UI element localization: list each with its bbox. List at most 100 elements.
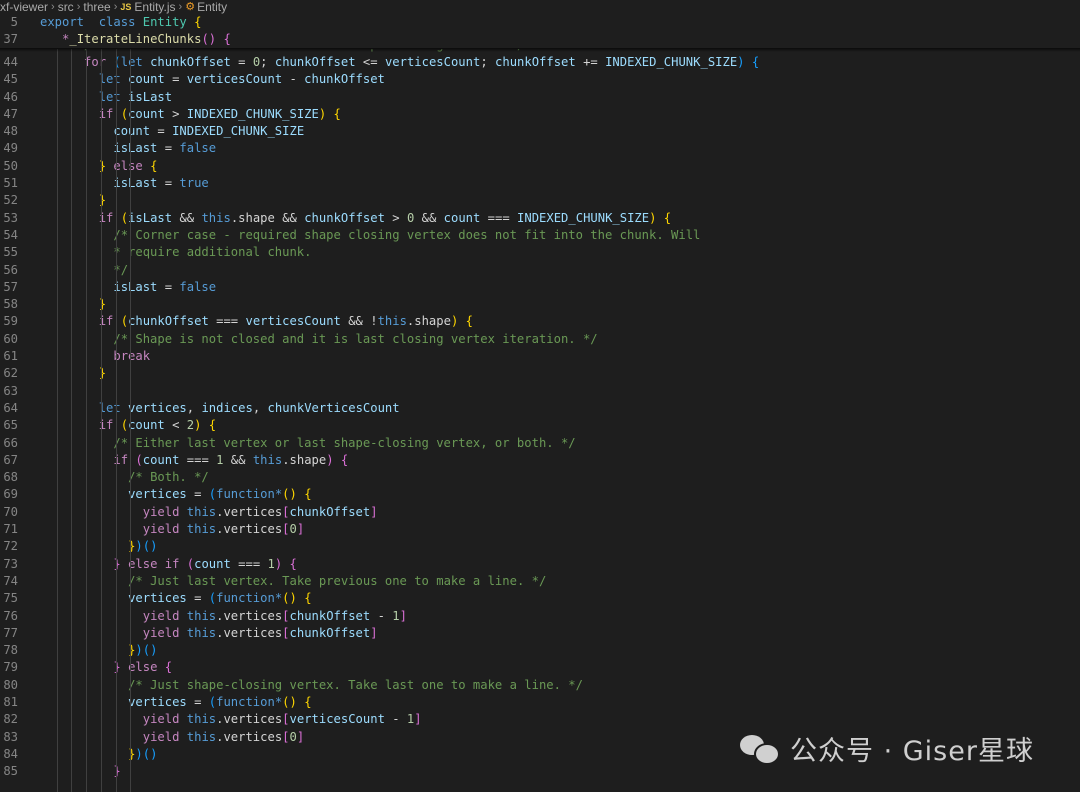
code-line[interactable]: 70 yield this.vertices[chunkOffset]: [0, 504, 1080, 521]
code-token: INDEXED_CHUNK_SIZE: [517, 210, 650, 225]
line-number: 46: [3, 89, 18, 104]
code-token: (): [201, 32, 217, 47]
code-token: }: [98, 297, 107, 312]
sticky-scroll-line[interactable]: 37 *_IterateLineChunks() {: [0, 31, 1080, 49]
code-token: yield: [142, 504, 180, 519]
sticky-scroll-line[interactable]: 5 export class Entity {: [0, 14, 1080, 32]
code-token: /* Just last vertex. Take previous one t…: [128, 573, 547, 588]
code-token: this: [186, 625, 217, 640]
code-token: function: [216, 591, 275, 606]
code-line[interactable]: 56 */: [0, 262, 1080, 279]
code-line[interactable]: 65 if (count < 2) {: [0, 417, 1080, 434]
code-token: /* Either last vertex or last shape-clos…: [113, 435, 576, 450]
code-line[interactable]: 69 vertices = (function*() {: [0, 486, 1080, 503]
code-token: ;: [260, 54, 275, 69]
code-line[interactable]: 46 let isLast: [0, 89, 1080, 106]
code-line[interactable]: 75 vertices = (function*() {: [0, 590, 1080, 607]
code-text: } else {: [40, 659, 172, 676]
breadcrumb-item-three[interactable]: three: [83, 0, 110, 14]
code-token: let: [98, 400, 121, 415]
code-token: this: [201, 210, 231, 225]
code-line[interactable]: 68 /* Both. */: [0, 469, 1080, 486]
code-line[interactable]: 61 break: [0, 348, 1080, 365]
code-text: /* Just shape-closing vertex. Take last …: [40, 677, 583, 694]
code-token: ;: [480, 54, 496, 69]
code-token: {: [656, 210, 672, 225]
code-token: >: [384, 210, 407, 225]
code-line[interactable]: 62 }: [0, 365, 1080, 382]
code-line[interactable]: 67 if (count === 1 && this.shape) {: [0, 452, 1080, 469]
code-token: isLast: [113, 141, 158, 156]
code-line[interactable]: 44 for (let chunkOffset = 0; chunkOffset…: [0, 54, 1080, 71]
code-token: chunkOffset: [289, 504, 371, 519]
line-number: 53: [3, 210, 18, 225]
breadcrumb-item-src[interactable]: src: [58, 0, 74, 14]
line-number: 69: [3, 487, 18, 502]
code-token: isLast: [113, 176, 158, 190]
code-line[interactable]: 60 /* Shape is not closed and it is last…: [0, 331, 1080, 348]
code-line[interactable]: 77 yield this.vertices[chunkOffset]: [0, 625, 1080, 642]
code-line[interactable]: 47 if (count > INDEXED_CHUNK_SIZE) {: [0, 106, 1080, 123]
code-line[interactable]: 73 } else if (count === 1) {: [0, 556, 1080, 573]
code-line[interactable]: 74 /* Just last vertex. Take previous on…: [0, 573, 1080, 590]
code-line[interactable]: 48 count = INDEXED_CHUNK_SIZE: [0, 123, 1080, 140]
code-line[interactable]: 55 * require additional chunk.: [0, 244, 1080, 261]
code-editor[interactable]: 43 /* chunkOffset == verticesCount for s…: [0, 14, 1080, 792]
line-number: 67: [3, 452, 18, 467]
code-line[interactable]: 71 yield this.vertices[0]: [0, 521, 1080, 538]
code-token: let: [98, 72, 121, 87]
code-text: /* Either last vertex or last shape-clos…: [40, 435, 576, 452]
breadcrumb-item-symbol[interactable]: Entity: [197, 0, 227, 14]
code-line[interactable]: 54 /* Corner case - required shape closi…: [0, 227, 1080, 244]
code-token: (): [282, 487, 297, 502]
code-line[interactable]: 82 yield this.vertices[verticesCount - 1…: [0, 711, 1080, 728]
line-number: 44: [3, 54, 18, 69]
code-token: else if: [128, 556, 180, 571]
code-token: this: [186, 522, 217, 536]
code-line[interactable]: 58 }: [0, 296, 1080, 313]
code-token: /* Corner case - required shape closing …: [113, 227, 701, 242]
code-token: (): [282, 591, 297, 606]
code-token: =: [186, 695, 209, 709]
indent-guide: [100, 48, 102, 792]
breadcrumb-item-file[interactable]: Entity.js: [134, 0, 175, 14]
code-text: let count = verticesCount - chunkOffset: [40, 71, 385, 88]
code-line[interactable]: 80 /* Just shape-closing vertex. Take la…: [0, 677, 1080, 694]
code-token: +=: [575, 54, 606, 69]
code-token: yield: [142, 712, 180, 727]
code-token: ): [326, 452, 334, 467]
line-number: 78: [3, 643, 18, 658]
code-line[interactable]: 63: [0, 383, 1080, 400]
code-line[interactable]: 79 } else {: [0, 659, 1080, 676]
code-text: count = INDEXED_CHUNK_SIZE: [40, 123, 304, 140]
code-token: vertices: [128, 591, 187, 606]
code-line[interactable]: 78 })(): [0, 642, 1080, 659]
code-token: this: [252, 452, 283, 467]
line-number: 59: [3, 314, 18, 329]
code-line[interactable]: 81 vertices = (function*() {: [0, 694, 1080, 711]
code-line[interactable]: 76 yield this.vertices[chunkOffset - 1]: [0, 608, 1080, 625]
code-line[interactable]: 49 isLast = false: [0, 140, 1080, 157]
code-line[interactable]: 52 }: [0, 192, 1080, 209]
code-line[interactable]: 66 /* Either last vertex or last shape-c…: [0, 435, 1080, 452]
code-line[interactable]: 53 if (isLast && this.shape && chunkOffs…: [0, 210, 1080, 227]
code-token: for: [84, 54, 107, 69]
code-token: .vertices: [216, 608, 283, 623]
code-token: ]: [414, 712, 422, 727]
code-line[interactable]: 45 let count = verticesCount - chunkOffs…: [0, 71, 1080, 88]
code-line[interactable]: 57 isLast = false: [0, 279, 1080, 296]
code-line[interactable]: 72 })(): [0, 538, 1080, 555]
code-line[interactable]: 59 if (chunkOffset === verticesCount && …: [0, 313, 1080, 330]
code-line[interactable]: 64 let vertices, indices, chunkVerticesC…: [0, 400, 1080, 417]
chevron-right-icon: ›: [178, 1, 183, 13]
code-text: isLast = true: [40, 175, 208, 192]
code-token: isLast: [120, 89, 173, 104]
code-line[interactable]: 51 isLast = true: [0, 175, 1080, 192]
code-token: {: [296, 695, 312, 709]
breadcrumb-item-folder-root[interactable]: xf-viewer: [0, 0, 48, 14]
code-text: yield this.vertices[verticesCount - 1]: [40, 711, 422, 728]
code-line[interactable]: 50 } else {: [0, 158, 1080, 175]
code-token: {: [296, 487, 312, 502]
